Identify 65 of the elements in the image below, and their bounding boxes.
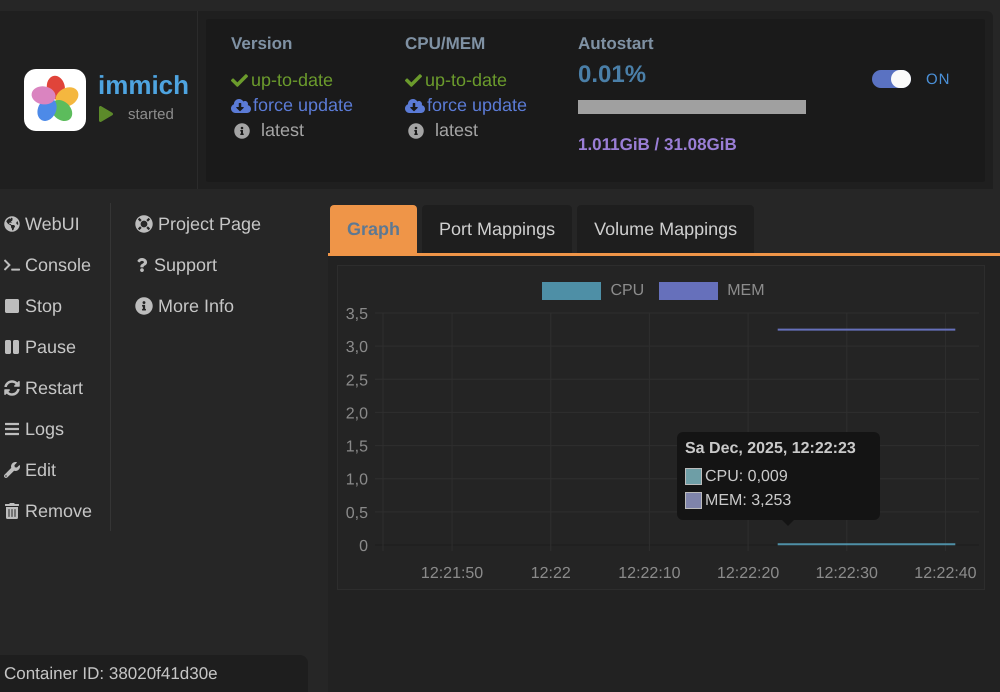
menu-item[interactable]: WebUI bbox=[4, 211, 80, 237]
menu-item[interactable]: Stop bbox=[4, 293, 62, 319]
axis-tick-label: 12:22:10 bbox=[618, 565, 681, 582]
tooltip-value: CPU: 0,009 bbox=[705, 468, 788, 486]
stop-icon bbox=[4, 298, 20, 314]
pause-icon bbox=[4, 339, 20, 355]
menu-item[interactable]: Pause bbox=[4, 334, 76, 360]
menu-item[interactable]: Edit bbox=[4, 457, 56, 483]
axis-tick-label: 12:22:40 bbox=[914, 565, 977, 582]
wrench-icon bbox=[4, 462, 20, 478]
toggle-label: ON bbox=[926, 70, 950, 88]
menu-item[interactable]: Restart bbox=[4, 375, 84, 401]
legend-label: MEM bbox=[727, 282, 765, 300]
check-icon bbox=[405, 72, 422, 89]
cpu-percent: 0.01% bbox=[578, 60, 646, 90]
play-icon bbox=[98, 106, 114, 122]
menu-link[interactable]: Support bbox=[135, 252, 218, 278]
menu-item[interactable]: Remove bbox=[4, 498, 92, 524]
info-icon bbox=[135, 297, 153, 315]
app-name: immich bbox=[98, 70, 190, 100]
status-text: started bbox=[128, 106, 174, 122]
column-heading: Autostart bbox=[578, 33, 654, 55]
axis-tick-label: 2,5 bbox=[346, 372, 368, 390]
version-status: up-to-date bbox=[251, 70, 334, 91]
terminal-icon bbox=[4, 257, 20, 273]
tab[interactable]: Port Mappings bbox=[422, 205, 572, 253]
axis-tick-label: 3,5 bbox=[346, 306, 368, 323]
list-icon bbox=[4, 421, 20, 437]
container-id: Container ID: 38020f41d30e bbox=[4, 664, 218, 683]
tab[interactable]: Volume Mappings bbox=[577, 205, 754, 253]
app-logo bbox=[24, 69, 86, 131]
axis-tick-label: 12:22:30 bbox=[816, 565, 878, 582]
refresh-icon bbox=[4, 380, 20, 396]
autostart-toggle[interactable] bbox=[872, 70, 911, 88]
axis-tick-label: 1,0 bbox=[346, 472, 368, 489]
column-heading: CPU/MEM bbox=[405, 33, 486, 55]
info-icon bbox=[408, 122, 424, 138]
column-heading: Version bbox=[231, 33, 292, 55]
memory-usage: 1.011GiB / 31.08GiB bbox=[578, 135, 737, 155]
tooltip-title: Sa Dec, 2025, 12:22:23 bbox=[685, 439, 857, 459]
version-note: latest bbox=[261, 120, 304, 141]
axis-tick-label: 12:21:50 bbox=[420, 565, 484, 582]
version-note: latest bbox=[435, 120, 478, 141]
axis-tick-label: 2,0 bbox=[346, 405, 368, 422]
axis-tick-label: 0 bbox=[359, 538, 368, 555]
menu-item[interactable]: Logs bbox=[4, 416, 64, 442]
question-mark-icon bbox=[135, 258, 149, 272]
axis-tick-label: 1,5 bbox=[346, 438, 368, 456]
check-icon bbox=[231, 72, 248, 89]
menu-link[interactable]: Project Page bbox=[135, 211, 262, 237]
trash-icon bbox=[4, 503, 20, 519]
update-link[interactable]: force update bbox=[231, 95, 354, 116]
update-link[interactable]: force update bbox=[405, 95, 528, 116]
legend-label: CPU bbox=[610, 282, 644, 300]
life-ring-icon bbox=[135, 215, 153, 233]
menu-link[interactable]: More Info bbox=[135, 293, 234, 319]
axis-tick-label: 12:22 bbox=[530, 565, 571, 582]
axis-tick-label: 0,5 bbox=[346, 504, 368, 522]
globe-icon bbox=[4, 216, 20, 232]
menu-item[interactable]: Console bbox=[4, 252, 92, 278]
axis-tick-label: 3,0 bbox=[346, 339, 368, 356]
tooltip-value: MEM: 3,253 bbox=[705, 492, 792, 510]
info-icon bbox=[234, 122, 250, 138]
axis-tick-label: 12:22:20 bbox=[716, 565, 780, 582]
version-status: up-to-date bbox=[425, 70, 508, 91]
